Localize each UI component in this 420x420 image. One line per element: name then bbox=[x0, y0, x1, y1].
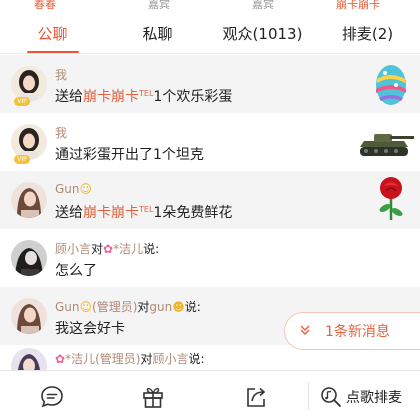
order-song-button[interactable]: 点歌排麦 bbox=[308, 374, 420, 418]
avatar[interactable] bbox=[11, 298, 47, 334]
chat-icon[interactable] bbox=[39, 384, 65, 410]
list-item: 顾小言对✿*洁儿说: 怎么了 bbox=[0, 229, 420, 287]
tab-mic-queue[interactable]: 排麦(2) bbox=[315, 14, 420, 53]
mention-nick[interactable]: 崩卡崩卡 bbox=[83, 205, 139, 221]
message-text: 怎么了 bbox=[55, 263, 97, 279]
message-username[interactable]: 我 bbox=[55, 124, 67, 141]
new-message-label: 1条新消息 bbox=[325, 324, 390, 340]
gift-icon[interactable] bbox=[140, 384, 166, 410]
music-search-icon bbox=[320, 386, 342, 408]
avatar[interactable] bbox=[11, 348, 47, 370]
seat-label: 嘉宾 bbox=[148, 0, 170, 11]
message-text: 送给崩卡崩卡TEL1个欢乐彩蛋 bbox=[55, 89, 233, 105]
message-text: 送给崩卡崩卡TEL1朵免费鲜花 bbox=[55, 205, 233, 221]
smile-emoji-icon: ☺ bbox=[79, 182, 93, 196]
smile-emoji-icon: ☺ bbox=[79, 300, 93, 314]
tab-audience[interactable]: 观众(1013) bbox=[210, 14, 315, 53]
chevron-double-down-icon bbox=[285, 324, 325, 339]
divider bbox=[308, 382, 309, 410]
recipient-nick[interactable]: gun bbox=[149, 300, 172, 314]
list-item: Gun☺ 送给崩卡崩卡TEL1朵免费鲜花 bbox=[0, 171, 420, 229]
list-item: VIP 我 通过彩蛋开出了1个坦克 bbox=[0, 113, 420, 171]
chat-tabs: 公聊 私聊 观众(1013) 排麦(2) bbox=[0, 14, 420, 54]
easter-egg-icon bbox=[374, 61, 408, 107]
message-username[interactable]: 我 bbox=[55, 66, 67, 83]
new-message-button[interactable]: 1条新消息 bbox=[284, 312, 420, 350]
flower-emoji-icon: ✿ bbox=[55, 352, 66, 366]
sender-nick[interactable]: *洁儿 bbox=[65, 352, 95, 366]
avatar[interactable] bbox=[11, 182, 47, 218]
tank-icon bbox=[356, 129, 416, 159]
order-song-label: 点歌排麦 bbox=[346, 390, 402, 406]
seat-label: 春春 bbox=[34, 0, 56, 11]
recipient-nick[interactable]: *洁儿 bbox=[113, 242, 143, 256]
mention-nick[interactable]: 崩卡崩卡 bbox=[83, 89, 139, 105]
bottom-toolbar: 点歌排麦 bbox=[0, 370, 420, 420]
share-icon[interactable] bbox=[243, 384, 269, 410]
sender-nick[interactable]: Gun bbox=[55, 300, 80, 314]
vip-badge: VIP bbox=[14, 155, 30, 164]
message-username[interactable]: Gun☺ bbox=[55, 182, 92, 196]
grin-emoji-icon: ☻ bbox=[172, 300, 185, 314]
rose-icon bbox=[376, 176, 406, 222]
message-username: Gun☺(管理员)对gun☻说: bbox=[55, 300, 201, 314]
vip-badge: VIP bbox=[14, 97, 30, 106]
tab-public-chat[interactable]: 公聊 bbox=[0, 14, 105, 53]
message-username: ✿*洁儿(管理员)对顾小言说: bbox=[55, 352, 205, 366]
message-username: 顾小言对✿*洁儿说: bbox=[55, 242, 160, 256]
flower-emoji-icon: ✿ bbox=[103, 242, 114, 256]
seat-strip: 春春 嘉宾 嘉宾 崩卡崩卡 bbox=[0, 0, 420, 14]
list-item: VIP 我 送给崩卡崩卡TEL1个欢乐彩蛋 bbox=[0, 55, 420, 113]
tab-private-chat[interactable]: 私聊 bbox=[105, 14, 210, 53]
recipient-nick[interactable]: 顾小言 bbox=[152, 352, 188, 366]
message-text: 我这会好卡 bbox=[55, 321, 125, 337]
seat-label: 嘉宾 bbox=[252, 0, 274, 11]
message-text: 通过彩蛋开出了1个坦克 bbox=[55, 147, 204, 163]
seat-label: 崩卡崩卡 bbox=[336, 0, 380, 11]
sender-nick[interactable]: 顾小言 bbox=[55, 242, 91, 256]
avatar[interactable] bbox=[11, 240, 47, 276]
